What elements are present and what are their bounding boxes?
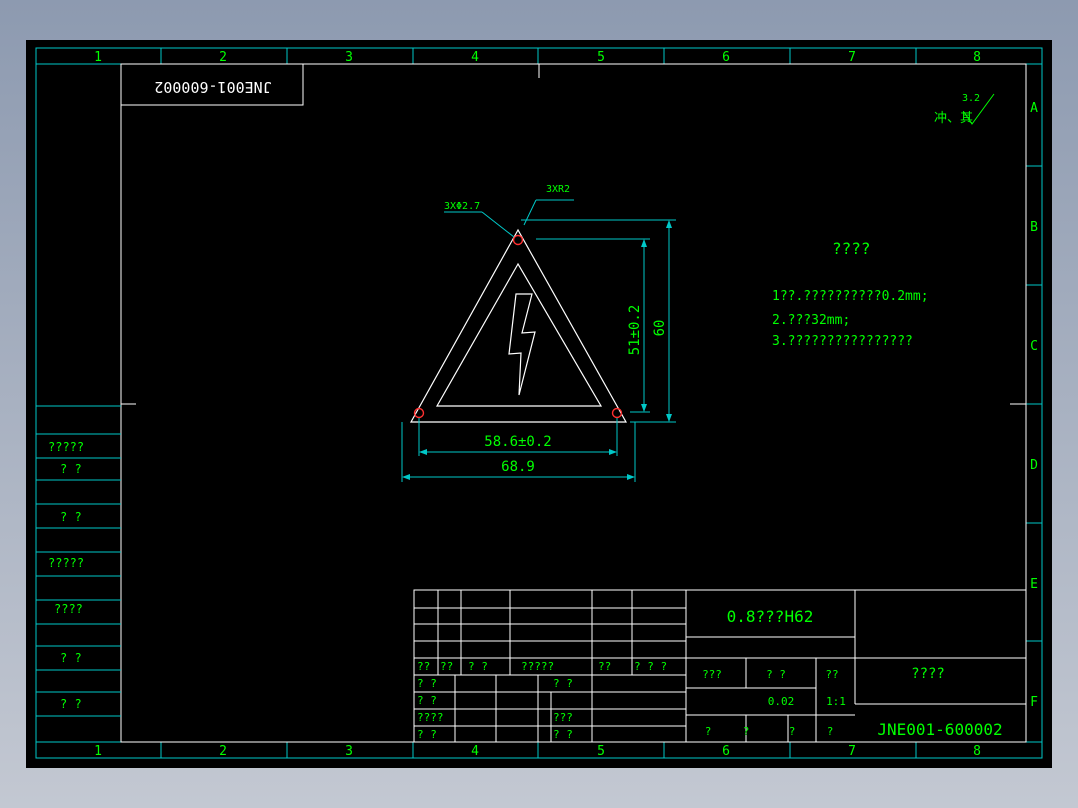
left-column-label-2: ? ? (60, 462, 82, 476)
warning-triangle-part (409, 228, 628, 423)
surface-finish-value: 3.2 (962, 93, 980, 104)
zone-row-a: A (1030, 101, 1038, 116)
title-header-4: ????? (521, 660, 554, 673)
inner-border (120, 63, 1027, 743)
scale-label: ?? (825, 668, 838, 681)
dimension-width-outer: 68.9 (501, 459, 535, 475)
weight-value: 0.02 (768, 695, 795, 708)
zone-col-2-bottom: 2 (219, 744, 227, 759)
zone-row-f: F (1030, 695, 1038, 710)
dimension-height-outer: 60 (652, 320, 668, 337)
sign-row-3-label: ???? (417, 711, 444, 724)
drawing-sheet: 1 2 3 4 5 6 7 8 1 2 3 4 5 6 7 8 A B C D … (35, 47, 1043, 759)
lightning-bolt-icon (508, 293, 536, 396)
sign-row-1-value: ? ? (553, 677, 573, 690)
notes-line-1: 1??.??????????0.2mm; (772, 289, 929, 304)
zone-col-7-bottom: 7 (848, 744, 856, 759)
zone-row-c: C (1030, 339, 1038, 354)
zone-col-4-bottom: 4 (471, 744, 479, 759)
zone-col-1-bottom: 1 (94, 744, 102, 759)
notes-line-2: 2.???32mm; (772, 313, 850, 328)
zone-row-b: B (1030, 220, 1038, 235)
zone-col-3-bottom: 3 (345, 744, 353, 759)
dimension-width-inner: 58.6±0.2 (484, 434, 551, 450)
radius-callout: 3XR2 (546, 184, 570, 195)
zone-col-4: 4 (471, 50, 479, 65)
dimension-height-inner: 51±0.2 (627, 305, 643, 356)
mirrored-code: JNE001-600002 (154, 78, 271, 96)
zone-col-5-bottom: 5 (597, 744, 605, 759)
outer-border (35, 47, 1043, 759)
stage-label: ??? (702, 668, 722, 681)
sheet-label-3: ? (789, 725, 796, 738)
zone-col-5: 5 (597, 50, 605, 65)
sign-row-2-label: ? ? (417, 694, 437, 707)
title-header-6: ? ? ? (634, 660, 667, 673)
zone-col-8-bottom: 8 (973, 744, 981, 759)
notes-line-3: 3.???????????????? (772, 334, 913, 349)
mounting-hole-top (512, 234, 524, 246)
surface-finish-prefix: 冲、其 (934, 111, 973, 126)
drawing-canvas[interactable]: 1 2 3 4 5 6 7 8 1 2 3 4 5 6 7 8 A B C D … (26, 40, 1052, 768)
sheet-label-2: ? (743, 725, 750, 738)
title-header-2: ?? (440, 660, 453, 673)
zone-col-3: 3 (345, 50, 353, 65)
sign-row-1-label: ? ? (417, 677, 437, 690)
sheet-label-1: ? (705, 725, 712, 738)
left-column-label-4: ????? (48, 556, 84, 570)
zone-col-1: 1 (94, 50, 102, 65)
sign-row-4-value: ? ? (553, 728, 573, 741)
drawing-number: JNE001-600002 (877, 720, 1002, 739)
part-name: ???? (911, 666, 945, 682)
zone-col-6-bottom: 6 (722, 744, 730, 759)
notes-title: ???? (832, 239, 871, 258)
hole-callout: 3XΦ2.7 (444, 201, 480, 212)
zone-row-d: D (1030, 458, 1038, 473)
scale-value: 1:1 (826, 695, 846, 708)
left-column-label-3: ? ? (60, 510, 82, 524)
sign-row-4-label: ? ? (417, 728, 437, 741)
sign-row-3-value: ??? (553, 711, 573, 724)
zone-col-8: 8 (973, 50, 981, 65)
title-header-5: ?? (598, 660, 611, 673)
zone-column-ticks (160, 48, 1042, 758)
material-spec: 0.8???H62 (727, 607, 814, 626)
title-header-3: ? ? (468, 660, 488, 673)
left-column-label-7: ? ? (60, 697, 82, 711)
zone-col-2: 2 (219, 50, 227, 65)
weight-label: ? ? (766, 668, 786, 681)
left-column-label-1: ????? (48, 440, 84, 454)
mounting-hole-right (611, 407, 623, 419)
zone-row-e: E (1030, 577, 1038, 592)
left-column-label-6: ? ? (60, 651, 82, 665)
left-column-label-5: ???? (54, 602, 83, 616)
title-header-1: ?? (417, 660, 430, 673)
surface-finish-symbol: 冲、其 3.2 (934, 93, 995, 126)
sheet-label-4: ? (827, 725, 834, 738)
zone-col-6: 6 (722, 50, 730, 65)
zone-col-7: 7 (848, 50, 856, 65)
